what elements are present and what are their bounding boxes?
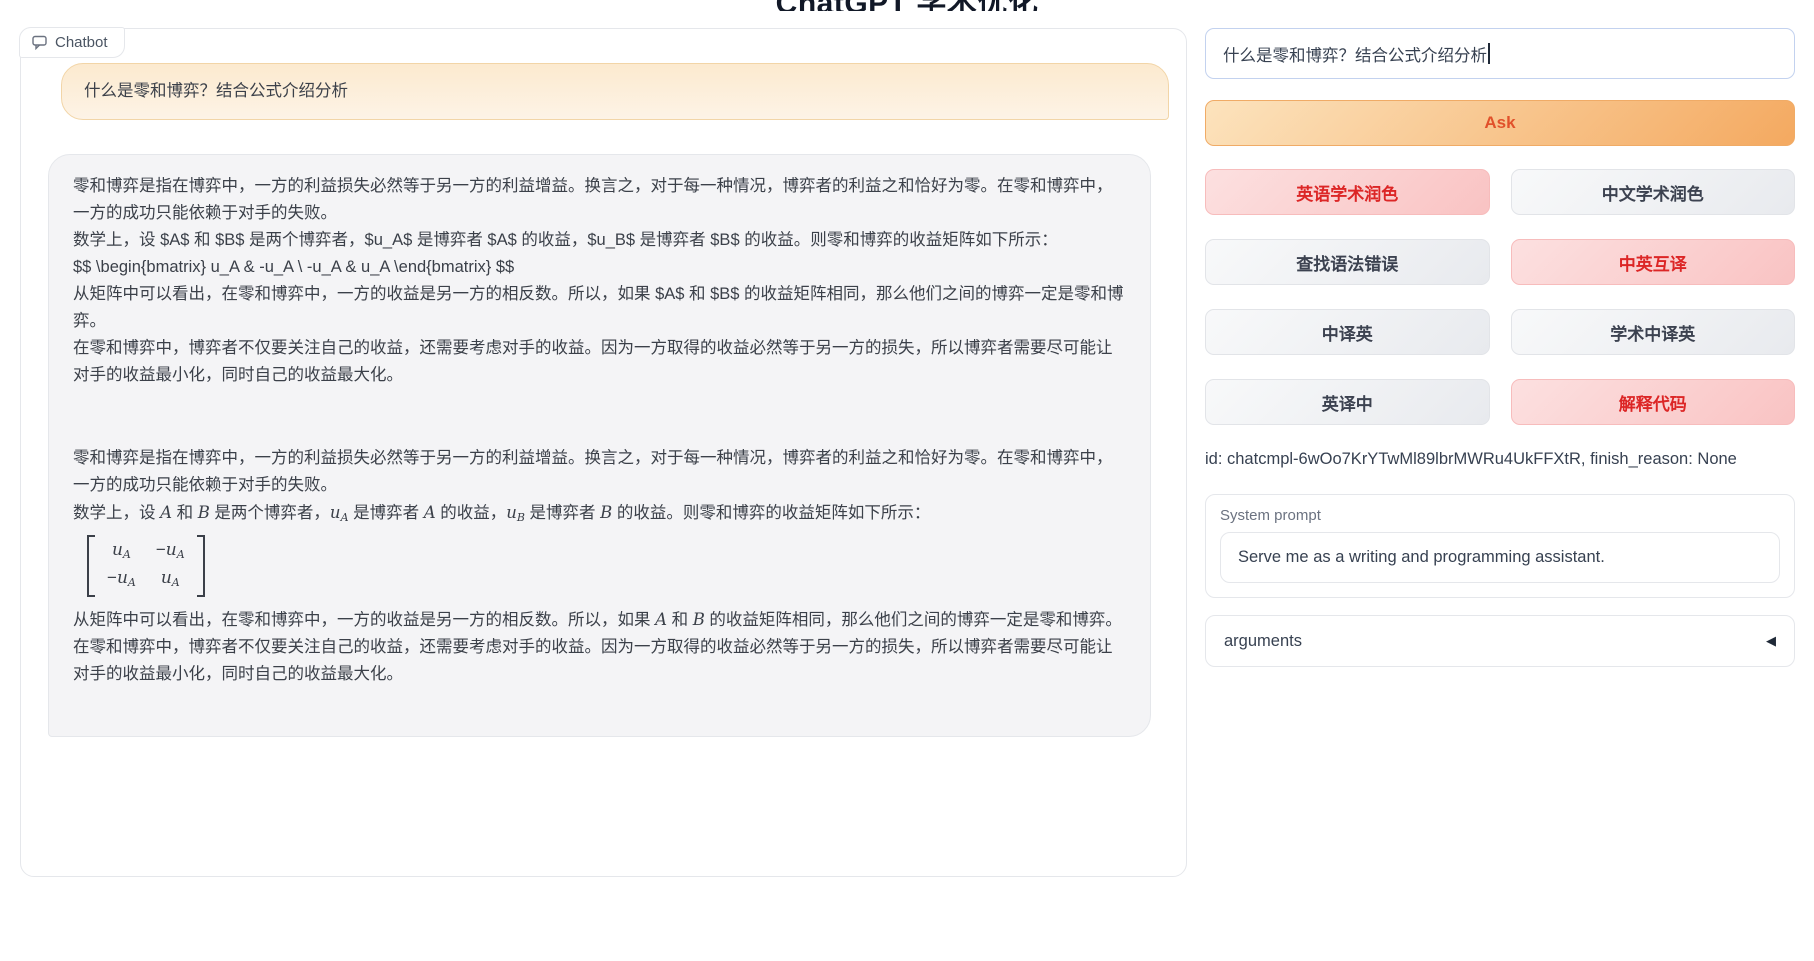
arguments-accordion[interactable]: arguments ◀ [1205,615,1795,667]
button-find-grammar-errors[interactable]: 查找语法错误 [1205,239,1490,285]
text-caret [1488,43,1490,64]
bot-raw-line-4: 从矩阵中可以看出，在零和博弈中，一方的收益是另一方的相反数。所以，如果 $A$ … [73,281,1126,335]
user-message-bubble: 什么是零和博弈？结合公式介绍分析 [61,63,1169,120]
text-segment: 是博弈者 [349,504,424,522]
button-zh-en-mutual-translate[interactable]: 中英互译 [1511,239,1796,285]
text-segment: 从矩阵中可以看出，在零和博弈中，一方的收益是另一方的相反数。所以，如果 [73,611,655,629]
matrix-grid: uA −uA −uA uA [95,535,197,597]
text-segment: 是两个博弈者， [210,504,330,522]
completion-status-text: id: chatcmpl-6wOo7KrYTwMl89lbrMWRu4UkFFX… [1205,450,1795,469]
math-var: B [600,503,612,522]
text-segment: 和 [172,504,198,522]
bot-rendered-line-1: 零和博弈是指在博弈中，一方的利益损失必然等于另一方的利益增益。换言之，对于每一种… [73,445,1126,499]
math-matrix: uA −uA −uA uA [87,535,205,597]
button-chinese-academic-polish[interactable]: 中文学术润色 [1511,169,1796,215]
bot-raw-latex-matrix: $$ \begin{bmatrix} u_A & -u_A \ -u_A & u… [73,254,1126,281]
bot-raw-line-5: 在零和博弈中，博弈者不仅要关注自己的收益，还需要考虑对手的收益。因为一方取得的收… [73,335,1126,389]
bot-rendered-line-4: 从矩阵中可以看出，在零和博弈中，一方的收益是另一方的相反数。所以，如果 A 和 … [73,606,1126,634]
system-prompt-panel: System prompt Serve me as a writing and … [1205,494,1795,598]
bot-rendered-line-5: 在零和博弈中，博弈者不仅要关注自己的收益，还需要考虑对手的收益。因为一方取得的收… [73,634,1126,688]
bot-rendered-math-line: 数学上，设 A 和 B 是两个博弈者，uA 是博弈者 A 的收益，uB 是博弈者… [73,499,1126,531]
text-segment: 的收益， [436,504,507,522]
matrix-right-bracket [197,535,205,597]
math-var: B [693,610,705,629]
matrix-cell: −uA [107,566,136,594]
matrix-cell: uA [107,538,136,566]
button-english-academic-polish[interactable]: 英语学术润色 [1205,169,1490,215]
math-var: A [655,610,667,629]
ask-button[interactable]: Ask [1205,100,1795,146]
bot-raw-line-2: 数学上，设 $A$ 和 $B$ 是两个博弈者，$u_A$ 是博弈者 $A$ 的收… [73,227,1126,254]
matrix-left-bracket [87,535,95,597]
paragraph-gap [73,389,1126,445]
system-prompt-label: System prompt [1220,507,1780,524]
chat-messages: 什么是零和博弈？结合公式介绍分析 零和博弈是指在博弈中，一方的利益损失必然等于另… [21,29,1186,876]
button-explain-code[interactable]: 解释代码 [1511,379,1796,425]
chat-bubble-icon [32,35,48,50]
math-var: B [198,503,210,522]
button-zh-to-en[interactable]: 中译英 [1205,309,1490,355]
matrix-cell: −uA [156,538,185,566]
text-segment: 的收益矩阵相同，那么他们之间的博弈一定是零和博弈。 [705,611,1122,629]
quick-action-grid: 英语学术润色 中文学术润色 查找语法错误 中英互译 中译英 学术中译英 英译中 … [1205,169,1795,425]
bot-raw-line-1: 零和博弈是指在博弈中，一方的利益损失必然等于另一方的利益增益。换言之，对于每一种… [73,173,1126,227]
system-prompt-value: Serve me as a writing and programming as… [1238,548,1605,566]
bot-message-bubble: 零和博弈是指在博弈中，一方的利益损失必然等于另一方的利益增益。换言之，对于每一种… [48,154,1151,737]
question-input-value: 什么是零和博弈？结合公式介绍分析 [1223,42,1487,66]
arguments-accordion-label: arguments [1224,632,1302,651]
accordion-collapsed-arrow-icon: ◀ [1766,633,1776,649]
chatbot-label-text: Chatbot [55,34,108,51]
math-var: A [424,503,436,522]
math-subscript: A [341,511,349,524]
system-prompt-input[interactable]: Serve me as a writing and programming as… [1220,532,1780,583]
rendered-matrix-row: uA −uA −uA uA [73,531,1126,606]
math-var: u [330,503,341,522]
text-segment: 的收益。则零和博弈的收益矩阵如下所示： [612,504,930,522]
math-var: A [160,503,172,522]
text-segment: 数学上，设 [73,504,160,522]
matrix-cell: uA [156,566,185,594]
app-root: ChatGPT 学术优化 Chatbot 什么是零和博弈？结合公式介绍分析 零和… [0,0,1814,961]
text-segment: 和 [667,611,693,629]
question-input[interactable]: 什么是零和博弈？结合公式介绍分析 [1205,28,1795,79]
button-en-to-zh[interactable]: 英译中 [1205,379,1490,425]
text-segment: 是博弈者 [525,504,600,522]
button-academic-zh-to-en[interactable]: 学术中译英 [1511,309,1796,355]
math-subscript: B [517,511,525,524]
math-var: u [506,503,517,522]
chatbot-panel: Chatbot 什么是零和博弈？结合公式介绍分析 零和博弈是指在博弈中，一方的利… [20,28,1187,877]
bubble-tail-space [73,688,1126,722]
chatbot-label: Chatbot [19,27,125,58]
control-column: 什么是零和博弈？结合公式介绍分析 Ask 英语学术润色 中文学术润色 查找语法错… [1205,0,1795,667]
user-message-text: 什么是零和博弈？结合公式介绍分析 [84,82,348,100]
